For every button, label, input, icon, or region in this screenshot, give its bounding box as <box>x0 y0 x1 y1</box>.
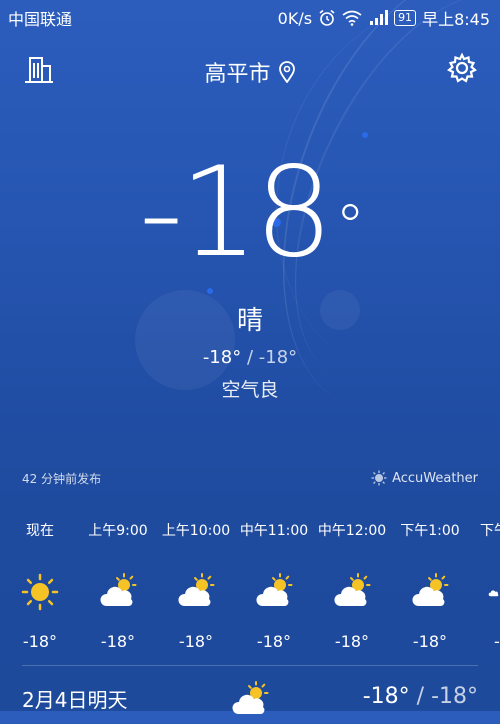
range-separator: / <box>416 684 425 709</box>
weather-condition: 晴 <box>236 306 263 336</box>
hour-temp: -18° <box>334 632 370 651</box>
hour-temp: -18° <box>412 632 448 651</box>
city-name: 高平市 <box>204 62 271 87</box>
hourly-item: 上午10:00 -18° <box>156 520 236 651</box>
sun-cloud-icon <box>412 573 449 606</box>
alarm-icon <box>319 9 335 26</box>
hour-temp: - <box>494 632 500 651</box>
hourly-item: 现在 -18° <box>0 520 80 651</box>
settings-button[interactable] <box>446 52 478 84</box>
current-temperature: -18 ° <box>0 148 500 278</box>
sun-icon <box>21 573 59 611</box>
battery-indicator: 91 <box>394 10 417 26</box>
air-quality[interactable]: 空气良 <box>0 375 500 402</box>
background-dot <box>362 132 368 138</box>
hourly-item: 中午12:00 -18° <box>312 520 392 651</box>
net-speed: 0K/s <box>277 8 313 28</box>
daily-date: 2月4日明天 <box>22 688 128 712</box>
signal-icon <box>370 10 389 25</box>
top-bar: 高平市 <box>0 48 500 92</box>
source-label: AccuWeather <box>392 470 478 486</box>
sun-cloud-icon <box>334 573 371 606</box>
high-temp: -18° <box>202 347 242 368</box>
sun-cloud-icon <box>256 573 293 606</box>
daily-high: -18° <box>362 684 410 709</box>
hour-time: 现在 <box>26 523 54 539</box>
hour-temp: -18° <box>256 632 292 651</box>
low-temp: -18° <box>258 347 298 368</box>
hour-time: 下午1:00 <box>400 523 460 539</box>
hour-temp: -18° <box>178 632 214 651</box>
background-dot <box>207 288 213 294</box>
hour-temp: -18° <box>100 632 136 651</box>
divider <box>22 665 478 666</box>
data-source[interactable]: AccuWeather <box>371 470 478 486</box>
temperature-range: -18° / -18° <box>0 347 500 368</box>
hour-time: 上午10:00 <box>161 523 231 539</box>
accuweather-sun-icon <box>371 470 387 486</box>
cloud-icon <box>488 590 499 597</box>
hour-time: 中午12:00 <box>317 523 387 539</box>
hour-temp: -18° <box>22 632 58 651</box>
hour-time: 上午9:00 <box>88 523 148 539</box>
temperature-value: -18 <box>138 141 334 285</box>
hour-time: 中午11:00 <box>239 523 309 539</box>
status-bar: 中国联通 0K/s 91 早上8:45 <box>0 0 500 34</box>
sun-cloud-icon <box>100 573 137 606</box>
daily-low: -18° <box>431 684 478 709</box>
hourly-item: 上午9:00 -18° <box>78 520 158 651</box>
hourly-item: 下午1:00 -18° <box>390 520 470 651</box>
gear-icon <box>447 52 477 83</box>
clock: 早上8:45 <box>422 10 490 29</box>
status-indicators: 0K/s 91 早上8:45 <box>278 6 490 30</box>
range-separator: / <box>246 347 254 368</box>
hourly-item: 中午11:00 -18° <box>234 520 314 651</box>
update-time: 42 分钟前发布 <box>22 472 102 486</box>
location-pin-icon <box>278 61 295 84</box>
city-title[interactable]: 高平市 <box>0 56 500 88</box>
daily-forecast-row[interactable]: 2月4日明天 -18° / -18° <box>0 680 500 720</box>
hourly-item: 下午 - <box>466 520 500 651</box>
carrier-label: 中国联通 <box>8 10 73 29</box>
hour-time: 下午 <box>480 523 500 539</box>
hourly-forecast[interactable]: 现在 -18° 上午9:00 -18° 上午10:00 -18° 中午11:00… <box>0 520 500 651</box>
daily-range: -18° / -18° <box>363 684 478 709</box>
sun-cloud-icon <box>232 681 269 714</box>
sun-cloud-icon <box>178 573 215 606</box>
degree-symbol: ° <box>335 192 365 262</box>
wifi-icon <box>342 10 362 26</box>
